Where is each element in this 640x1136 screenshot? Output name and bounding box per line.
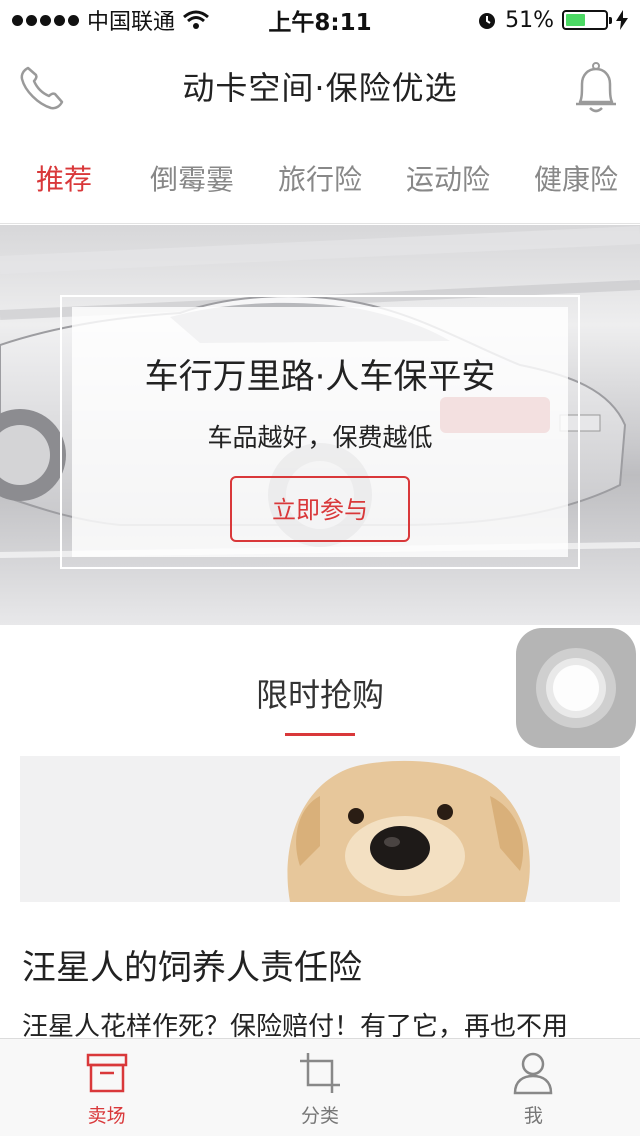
charging-icon [616, 10, 628, 30]
tab-sports-insurance[interactable]: 运动险 [384, 158, 512, 198]
battery-percent: 51% [505, 7, 554, 33]
tab-travel-insurance[interactable]: 旅行险 [256, 158, 384, 198]
section-underline [285, 733, 355, 736]
app-header: 动卡空间·保险优选 [0, 40, 640, 132]
section-title: 限时抢购 [255, 676, 384, 714]
category-tabs: 推荐 倒霉霎 旅行险 运动险 健康险 [0, 132, 640, 224]
tabbar-item-store[interactable]: 卖场 [0, 1039, 213, 1136]
wifi-icon [183, 10, 209, 29]
banner-subtitle: 车品越好，保费越低 [207, 423, 433, 452]
banner-title: 车行万里路·人车保平安 [144, 357, 496, 397]
tabbar-label-store: 卖场 [87, 1105, 126, 1127]
tab-health-insurance[interactable]: 健康险 [512, 158, 640, 198]
product-title[interactable]: 汪星人的饲养人责任险 [22, 940, 362, 989]
promo-banner[interactable]: 车行万里路·人车保平安 车品越好，保费越低 立即参与 [0, 225, 640, 625]
tabbar-item-me[interactable]: 我 [427, 1039, 640, 1136]
tabbar-label-me: 我 [523, 1105, 543, 1127]
signal-strength-icon [12, 14, 79, 26]
alarm-icon [479, 13, 496, 29]
status-bar: 中国联通 上午8:11 51% [0, 0, 640, 40]
status-left: 中国联通 [12, 4, 209, 36]
join-now-button[interactable]: 立即参与 [230, 476, 410, 542]
store-box-icon [86, 1053, 127, 1093]
page-title: 动卡空间·保险优选 [182, 69, 458, 107]
banner-card: 车行万里路·人车保平安 车品越好，保费越低 立即参与 [72, 307, 568, 557]
tabbar-item-category[interactable]: 分类 [213, 1039, 426, 1136]
battery-fill [566, 14, 586, 26]
tab-recommended[interactable]: 推荐 [0, 158, 128, 198]
product-image[interactable] [20, 756, 620, 902]
bottom-tab-bar: 卖场 分类 我 [0, 1038, 640, 1136]
crop-icon [299, 1053, 340, 1093]
battery-icon [562, 10, 612, 30]
carrier-label: 中国联通 [87, 10, 176, 35]
tabbar-label-category: 分类 [300, 1105, 339, 1127]
person-icon [514, 1052, 553, 1095]
bell-icon[interactable] [570, 60, 622, 116]
dog-image [20, 756, 620, 902]
phone-icon[interactable] [16, 62, 68, 114]
status-right: 51% [477, 8, 628, 33]
tab-bad-luck[interactable]: 倒霉霎 [128, 158, 256, 198]
